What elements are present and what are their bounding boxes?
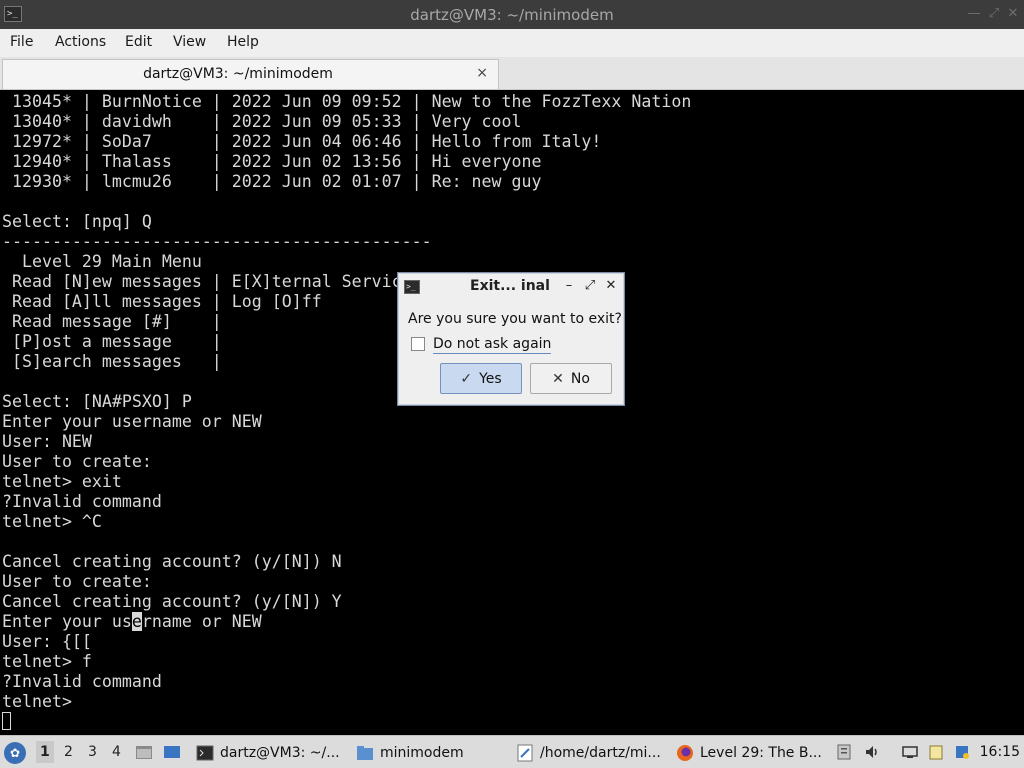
terminal-prompt-cursor-line <box>0 712 1024 732</box>
volume-icon[interactable] <box>864 744 880 760</box>
exit-dialog: >_ Exit... inal – ⤢ ✕ Are you sure you w… <box>397 272 625 406</box>
tab-terminal[interactable]: dartz@VM3: ~/minimodem × <box>2 59 499 89</box>
terminal-line: 12930* | lmcmu26 | 2022 Jun 02 01:07 | R… <box>2 172 542 191</box>
terminal-line: telnet> <box>2 692 82 711</box>
desktop-icon[interactable] <box>163 743 181 761</box>
task-label: /home/dartz/mi... <box>540 744 661 761</box>
terminal-line: 12940* | Thalass | 2022 Jun 02 13:56 | H… <box>2 152 542 171</box>
task-terminal[interactable]: dartz@VM3: ~/... <box>192 739 350 766</box>
task-label: minimodem <box>380 744 464 761</box>
task-text-editor[interactable]: /home/dartz/mi... <box>512 739 670 766</box>
terminal-icon <box>196 745 214 760</box>
terminal-line: Cancel creating account? (y/[N]) N <box>2 552 342 571</box>
terminal-line: 13045* | BurnNotice | 2022 Jun 09 09:52 … <box>2 92 692 111</box>
folder-icon <box>357 745 373 760</box>
do-not-ask-label[interactable]: Do not ask again <box>433 336 552 354</box>
terminal-line: User: NEW <box>2 432 92 451</box>
menu-view[interactable]: View <box>173 34 206 50</box>
terminal-app-icon: >_ <box>404 280 420 294</box>
terminal-line: ----------------------------------------… <box>2 232 432 251</box>
clipboard-icon[interactable] <box>836 744 852 760</box>
menu-edit[interactable]: Edit <box>125 34 152 50</box>
menu-file[interactable]: File <box>10 34 33 50</box>
yes-button[interactable]: ✓ Yes <box>440 363 522 394</box>
no-button-label: No <box>570 370 590 387</box>
dialog-question: Are you sure you want to exit? <box>408 311 622 327</box>
terminal-output[interactable]: 13045* | BurnNotice | 2022 Jun 09 09:52 … <box>0 90 1024 735</box>
file-manager-launcher-icon[interactable] <box>135 743 153 761</box>
terminal-line: telnet> f <box>2 652 92 671</box>
terminal-line: 13040* | davidwh | 2022 Jun 09 05:33 | V… <box>2 112 522 131</box>
menubar: File Actions Edit View Help <box>0 29 1024 57</box>
terminal-line: ?Invalid command <box>2 672 162 691</box>
taskbar: ✿ 1 2 3 4 dartz@VM3: ~/... minimodem /ho… <box>0 735 1024 768</box>
task-label: dartz@VM3: ~/... <box>220 744 340 761</box>
dialog-maximize-icon[interactable]: ⤢ <box>582 277 598 295</box>
terminal-line: Level 29 Main Menu <box>2 252 202 271</box>
network-icon[interactable] <box>902 744 918 760</box>
terminal-line: telnet> ^C <box>2 512 102 531</box>
workspace-2[interactable]: 2 <box>64 744 73 760</box>
yes-button-label: Yes <box>479 370 502 387</box>
terminal-line: Enter your username or NEW <box>2 612 262 631</box>
update-notifier-icon[interactable] <box>954 744 970 760</box>
tab-bar: dartz@VM3: ~/minimodem × <box>0 57 1024 90</box>
window-title: dartz@VM3: ~/minimodem <box>410 6 614 24</box>
terminal-line: User to create: <box>2 452 152 471</box>
maximize-icon[interactable]: ⤢ <box>986 6 1002 22</box>
menu-help[interactable]: Help <box>227 34 259 50</box>
tab-label: dartz@VM3: ~/minimodem <box>143 66 333 82</box>
terminal-line: telnet> exit <box>2 472 122 491</box>
terminal-line: ?Invalid command <box>2 492 162 511</box>
text-editor-icon <box>517 744 533 761</box>
terminal-line: User: {[[ <box>2 632 92 651</box>
workspace-4[interactable]: 4 <box>112 744 121 760</box>
no-button[interactable]: ✕ No <box>530 363 612 394</box>
notes-icon[interactable] <box>928 744 944 760</box>
cross-icon: ✕ <box>552 370 564 387</box>
menu-actions[interactable]: Actions <box>55 34 106 50</box>
check-icon: ✓ <box>460 370 473 387</box>
terminal-line: User to create: <box>2 572 152 591</box>
close-icon[interactable]: ✕ <box>1005 6 1021 22</box>
terminal-cursor: e <box>131 612 142 631</box>
task-firefox[interactable]: Level 29: The B... <box>672 739 827 766</box>
terminal-line: Cancel creating account? (y/[N]) Y <box>2 592 342 611</box>
workspace-1[interactable]: 1 <box>36 741 54 763</box>
window-titlebar[interactable]: >_ dartz@VM3: ~/minimodem — ⤢ ✕ <box>0 0 1024 29</box>
terminal-line: Enter your username or NEW <box>2 412 262 431</box>
dialog-close-icon[interactable]: ✕ <box>603 277 619 295</box>
clock[interactable]: 16:15 <box>980 744 1020 760</box>
dialog-minimize-icon[interactable]: – <box>561 277 577 295</box>
firefox-icon <box>677 744 693 761</box>
start-menu-icon[interactable]: ✿ <box>4 742 26 764</box>
task-minimodem[interactable]: minimodem <box>352 739 510 766</box>
dialog-titlebar[interactable]: >_ Exit... inal – ⤢ ✕ <box>399 274 623 300</box>
do-not-ask-checkbox[interactable] <box>411 337 425 351</box>
task-label: Level 29: The B... <box>700 744 822 761</box>
terminal-block-cursor <box>2 712 11 730</box>
tab-close-icon[interactable]: × <box>476 65 488 81</box>
dialog-title: Exit... inal <box>470 278 550 294</box>
minimize-icon[interactable]: — <box>966 6 982 22</box>
terminal-line: Select: [npq] Q <box>2 212 152 231</box>
workspace-3[interactable]: 3 <box>88 744 97 760</box>
terminal-line: 12972* | SoDa7 | 2022 Jun 04 06:46 | Hel… <box>2 132 602 151</box>
